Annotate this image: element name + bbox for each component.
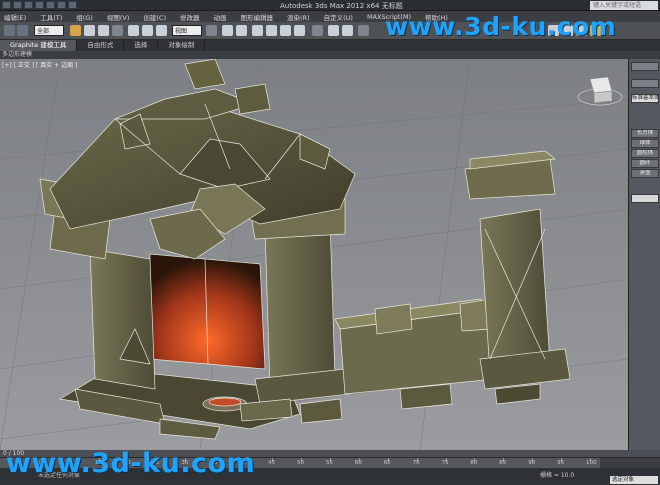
viewport-label[interactable]: [+] [ 正交 ] [ 真实 + 边面 ] <box>2 60 77 69</box>
menu-tools[interactable]: 工具(T) <box>40 12 62 22</box>
undo-icon[interactable] <box>46 1 55 9</box>
timeline-tick-label: 55 <box>325 460 333 466</box>
command-panel: 标准基本体 长方体 球体 圆柱体 圆环 茶壶 <box>628 59 660 450</box>
watermark-top: www.3d-ku.com <box>385 12 617 41</box>
tab-object-paint[interactable]: 对象绘制 <box>158 40 206 51</box>
redo-icon[interactable] <box>57 1 66 9</box>
grid-size: 栅格 = 10.0 <box>540 472 575 479</box>
layer-manager-icon[interactable] <box>358 25 369 36</box>
select-by-name-icon[interactable] <box>84 25 95 36</box>
open-file-icon[interactable] <box>24 1 33 9</box>
timeline-tick-label: 75 <box>441 460 449 466</box>
sphere-button[interactable]: 球体 <box>631 139 659 148</box>
create-tab-icon[interactable] <box>631 62 659 71</box>
viewport-scene <box>0 59 628 450</box>
project-folder-icon[interactable] <box>68 1 77 9</box>
box-button[interactable]: 长方体 <box>631 129 659 138</box>
keyboard-shortcut-icon[interactable] <box>236 25 247 36</box>
perspective-viewport[interactable]: [+] [ 正交 ] [ 真实 + 边面 ] <box>0 59 628 450</box>
selection-filter-dropdown[interactable]: 全部 <box>34 25 64 36</box>
menu-customize[interactable]: 自定义(U) <box>324 12 353 22</box>
menu-create[interactable]: 创建(C) <box>143 12 166 22</box>
new-file-icon[interactable] <box>13 1 22 9</box>
window-crossing-icon[interactable] <box>112 25 123 36</box>
select-object-icon[interactable] <box>70 25 81 36</box>
watermark-bottom: www.3d-ku.com <box>6 448 256 479</box>
app-menu-icon[interactable] <box>2 1 11 9</box>
quick-access-toolbar <box>2 1 77 9</box>
snap-toggle-icon[interactable] <box>252 25 263 36</box>
redo-tool-icon[interactable] <box>17 25 28 36</box>
timeline-tick-label: 80 <box>470 460 478 466</box>
ribbon-panel-label[interactable]: 多边形建模 <box>0 51 660 59</box>
menu-edit[interactable]: 编辑(E) <box>4 12 26 22</box>
cylinder-button[interactable]: 圆柱体 <box>631 149 659 158</box>
graphite-ribbon: Graphite 建模工具 自由形式 选择 对象绘制 <box>0 40 660 51</box>
menu-modifiers[interactable]: 修改器 <box>180 12 200 22</box>
reference-coord-dropdown[interactable]: 视图 <box>172 25 202 36</box>
timeline-tick-label: 85 <box>499 460 507 466</box>
tab-freeform[interactable]: 自由形式 <box>77 40 125 51</box>
save-file-icon[interactable] <box>35 1 44 9</box>
menu-graph-editors[interactable]: 图形编辑器 <box>241 12 274 22</box>
search-input[interactable]: 键入关键字或短语 <box>590 1 658 10</box>
undo-tool-icon[interactable] <box>4 25 15 36</box>
timeline-tick-label: 90 <box>528 460 536 466</box>
angle-snap-icon[interactable] <box>266 25 277 36</box>
menu-animation[interactable]: 动画 <box>214 12 227 22</box>
set-key-dropdown[interactable]: 选定对象 <box>610 476 658 484</box>
menu-group[interactable]: 组(G) <box>76 12 93 22</box>
select-manipulate-icon[interactable] <box>222 25 233 36</box>
timeline-tick-label: 60 <box>354 460 362 466</box>
named-selection-icon[interactable] <box>312 25 323 36</box>
timeline-tick-label: 65 <box>383 460 391 466</box>
window-title: Autodesk 3ds Max 2012 x64 无标题 <box>280 2 403 10</box>
spinner-snap-icon[interactable] <box>294 25 305 36</box>
rect-selection-icon[interactable] <box>98 25 109 36</box>
percent-snap-icon[interactable] <box>280 25 291 36</box>
timeline-tick-label: 70 <box>412 460 420 466</box>
mirror-icon[interactable] <box>328 25 339 36</box>
tab-graphite-modeling[interactable]: Graphite 建模工具 <box>0 40 78 51</box>
menu-rendering[interactable]: 渲染(R) <box>287 12 310 22</box>
timeline-tick-label: 95 <box>557 460 565 466</box>
teapot-button[interactable]: 茶壶 <box>631 169 659 178</box>
select-scale-icon[interactable] <box>156 25 167 36</box>
geometry-category-icon[interactable] <box>631 79 659 88</box>
select-rotate-icon[interactable] <box>142 25 153 36</box>
align-icon[interactable] <box>342 25 353 36</box>
select-move-icon[interactable] <box>128 25 139 36</box>
title-bar: Autodesk 3ds Max 2012 x64 无标题 键入关键字或短语 <box>0 0 660 11</box>
name-color-field[interactable] <box>631 194 659 203</box>
primitive-type-dropdown[interactable]: 标准基本体 <box>631 94 659 103</box>
pivot-center-icon[interactable] <box>206 25 217 36</box>
timeline-tick-label: 45 <box>268 460 276 466</box>
tab-selection[interactable]: 选择 <box>124 40 159 51</box>
timeline-tick-label: 100 <box>586 460 597 466</box>
torus-button[interactable]: 圆环 <box>631 159 659 168</box>
menu-views[interactable]: 视图(V) <box>107 12 130 22</box>
timeline-tick-label: 50 <box>297 460 304 466</box>
